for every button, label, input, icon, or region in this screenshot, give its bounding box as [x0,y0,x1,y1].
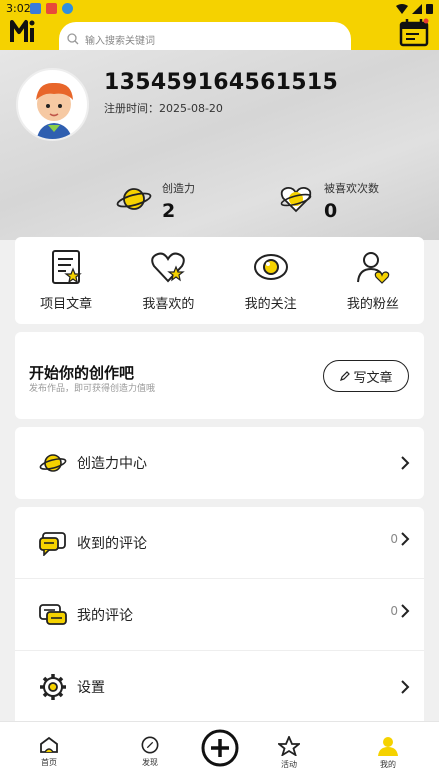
notification-icon [30,3,41,14]
stat-value: 2 [162,200,176,222]
compass-icon [141,736,159,754]
grid-item-fans[interactable]: 我的粉丝 [322,237,424,324]
signal-icon [412,3,422,14]
grid-label: 我喜欢的 [142,297,195,312]
comment-count: 0 [390,604,398,618]
creativity-center-card: 创造力中心 [15,427,424,499]
menu-label: 设置 [77,680,105,696]
menu-label: 我的评论 [77,608,133,624]
nav-label: 首页 [41,758,57,767]
download-icon [62,3,73,14]
create-title: 开始你的创作吧 [29,364,135,382]
avatar[interactable] [16,68,89,141]
chevron-right-icon [401,456,410,470]
grid-label: 我的关注 [244,297,297,312]
status-bar: 3:02 [0,0,439,18]
stat-label: 创造力 [162,182,195,195]
chevron-right-icon [401,680,410,694]
gear-icon [40,674,66,700]
nav-label: 发现 [142,758,158,767]
status-time: 3:02 [6,2,31,15]
grid-item-following[interactable]: 我的关注 [220,237,322,324]
write-article-button[interactable]: 写文章 [323,360,409,392]
menu-label: 创造力中心 [77,456,147,472]
wifi-icon [396,3,408,14]
grid-item-likes[interactable]: 我喜欢的 [117,237,219,324]
bottom-nav: 首页 发现 活动 我的 [0,721,439,780]
create-subtitle: 发布作品，即可获得创造力值哦 [29,384,156,394]
star-icon [278,736,300,756]
menu-label: 收到的评论 [77,536,147,552]
search-placeholder: 输入搜索关键词 [85,35,155,47]
chevron-right-icon [401,532,410,546]
grid-label: 项目文章 [40,297,93,312]
comments-icon [39,604,67,625]
user-heart-icon [356,252,390,284]
battery-icon [426,4,433,14]
home-icon [40,736,58,753]
menu-list: 收到的评论 0 我的评论 0 设置 [15,507,424,727]
menu-received-comments[interactable]: 收到的评论 0 [15,507,424,579]
planet-icon [39,454,67,472]
comment-icon [39,532,66,556]
heart-planet-icon [280,186,312,213]
stat-creativity[interactable]: 创造力 2 [116,180,236,226]
nav-discover[interactable]: 发现 [120,736,180,768]
chevron-right-icon [401,604,410,618]
stat-likes[interactable]: 被喜欢次数 0 [278,180,408,226]
menu-creativity-center[interactable]: 创造力中心 [15,427,424,499]
user-phone: 135459164561515 [104,70,339,95]
app-logo-icon[interactable] [10,18,38,44]
stat-value: 0 [324,200,338,222]
search-icon [67,33,79,45]
planet-icon [116,188,152,210]
top-bar: 3:02 输入搜索关键词 [0,0,439,56]
comment-count: 0 [390,532,398,546]
quick-links: 项目文章 我喜欢的 我的关注 我的粉丝 [15,237,424,324]
heart-star-icon [151,252,186,283]
nav-label: 我的 [380,760,396,769]
menu-my-comments[interactable]: 我的评论 0 [15,579,424,651]
nav-activity[interactable]: 活动 [259,736,319,770]
eye-icon [253,254,288,280]
write-article-label: 写文章 [353,370,393,386]
menu-settings[interactable]: 设置 [15,651,424,723]
create-card: 开始你的创作吧 发布作品，即可获得创造力值哦 写文章 [15,332,424,419]
status-icons [396,3,433,14]
stat-label: 被喜欢次数 [324,182,379,195]
grid-label: 我的粉丝 [346,297,399,312]
nav-label: 活动 [281,760,297,769]
grid-item-articles[interactable]: 项目文章 [15,237,117,324]
article-icon [52,250,82,284]
nav-me[interactable]: 我的 [358,736,418,770]
register-date: 注册时间：2025-08-20 [104,102,223,115]
nav-home[interactable]: 首页 [19,736,79,768]
publish-button[interactable] [200,728,240,768]
notification-icon [46,3,57,14]
calendar-icon[interactable] [399,17,429,47]
pen-icon [340,371,351,381]
plus-circle-icon [201,729,239,767]
user-icon [378,737,398,756]
